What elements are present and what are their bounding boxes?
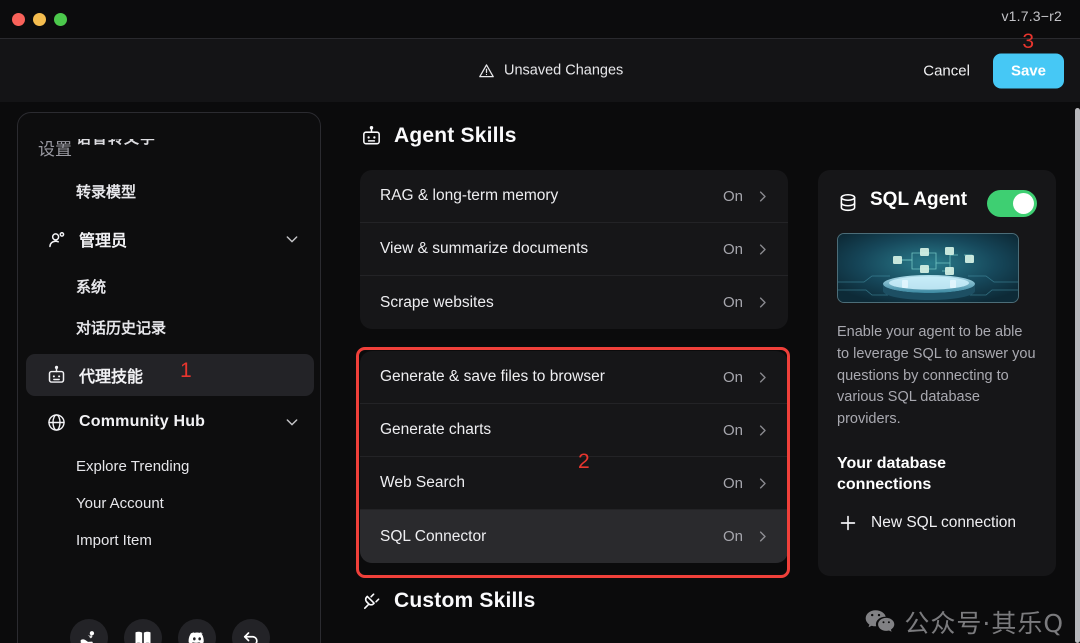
title-bar: v1.7.3−r2 <box>0 0 1080 38</box>
skill-state: On <box>722 528 743 545</box>
book-icon <box>135 631 151 643</box>
sidebar-item-your-account[interactable]: Your Account <box>18 485 320 522</box>
chevron-down-icon[interactable] <box>284 231 300 247</box>
chevron-right-icon[interactable] <box>755 189 770 204</box>
sidebar-footer <box>18 619 320 643</box>
main-content: Agent Skills RAG & long-term memory On V… <box>340 102 1080 643</box>
sidebar-item-community-hub[interactable]: Community Hub <box>26 402 314 442</box>
skill-label: Web Search <box>380 474 466 491</box>
sidebar-clipped-item: 语音转文字 <box>76 139 276 161</box>
skill-row-sql-connector[interactable]: SQL Connector On <box>360 510 788 563</box>
sql-agent-title: SQL Agent <box>870 189 968 210</box>
chevron-right-icon[interactable] <box>755 295 770 310</box>
discord-icon <box>188 632 204 643</box>
skill-row-scrape-websites[interactable]: Scrape websites On <box>360 276 788 329</box>
skill-label: SQL Connector <box>380 527 487 545</box>
hand-heart-icon <box>80 631 95 643</box>
header-actions: Cancel Save <box>908 53 1064 88</box>
chevron-right-icon[interactable] <box>755 476 770 491</box>
new-sql-connection-label: New SQL connection <box>871 514 1017 532</box>
header-bar: Unsaved Changes Cancel Save <box>0 38 1080 102</box>
maximize-window-button[interactable] <box>54 12 67 26</box>
database-icon <box>840 193 856 212</box>
card-spacer <box>360 329 788 351</box>
chevron-down-icon[interactable] <box>284 414 300 430</box>
sidebar-item-agent-skills[interactable]: 代理技能 <box>26 354 314 396</box>
plus-icon <box>840 515 856 531</box>
skill-row-web-search[interactable]: Web Search On <box>360 457 788 510</box>
chevron-right-icon[interactable] <box>755 370 770 385</box>
sidebar-item-chat-history[interactable]: 对话历史记录 <box>18 307 320 348</box>
back-button[interactable] <box>232 619 270 643</box>
skill-state: On <box>722 421 743 439</box>
skill-state: On <box>722 240 743 258</box>
sql-agent-header: SQL Agent <box>837 188 1037 217</box>
chevron-right-icon[interactable] <box>755 242 770 257</box>
new-sql-connection-button[interactable]: New SQL connection <box>837 512 1037 534</box>
sql-agent-panel: SQL Agent Enable your agent to be able t… <box>818 170 1056 576</box>
app-version-label: v1.7.3−r2 <box>1001 8 1062 24</box>
skill-state: On <box>722 187 743 205</box>
sidebar-item-community-hub-label: Community Hub <box>79 413 206 430</box>
robot-icon <box>45 364 67 386</box>
unsaved-changes-label: Unsaved Changes <box>504 62 624 79</box>
settings-sidebar: 设置 语音转文字 转录模型 管理员 系统 对话历史记录 <box>17 112 321 643</box>
skill-row-generate-charts[interactable]: Generate charts On <box>360 404 788 457</box>
user-gear-icon <box>45 228 67 250</box>
sql-agent-thumbnail <box>837 233 1019 303</box>
skill-row-generate-save-files[interactable]: Generate & save files to browser On <box>360 351 788 404</box>
skill-label: RAG & long-term memory <box>380 187 559 204</box>
sidebar-item-transcription-model[interactable]: 转录模型 <box>18 171 320 212</box>
robot-icon <box>363 125 380 144</box>
unsaved-changes-indicator: Unsaved Changes <box>478 62 623 79</box>
skill-state: On <box>722 368 743 386</box>
warning-triangle-icon <box>479 63 494 77</box>
sidebar-clipped-label: 语音转文字 <box>76 139 276 148</box>
sidebar-title: 设置 <box>38 140 72 159</box>
sidebar-nav: 转录模型 管理员 系统 对话历史记录 代理技能 Community Hub Ex… <box>18 171 320 559</box>
skill-label: View & summarize documents <box>380 240 589 257</box>
agent-skills-title: Agent Skills <box>394 124 517 147</box>
window-controls <box>0 12 67 26</box>
skill-label: Scrape websites <box>380 293 494 311</box>
skill-label: Generate & save files to browser <box>380 368 605 385</box>
skill-state: On <box>722 294 743 311</box>
sql-connections-heading: Your database connections <box>837 454 947 494</box>
minimize-window-button[interactable] <box>33 12 46 26</box>
skill-label: Generate charts <box>380 421 492 438</box>
back-arrow-icon <box>243 632 258 643</box>
app-window: v1.7.3−r2 Unsaved Changes Cancel Save 3 … <box>0 0 1080 643</box>
skill-row-rag-memory[interactable]: RAG & long-term memory On <box>360 170 788 223</box>
sidebar-item-explore-trending[interactable]: Explore Trending <box>18 448 320 485</box>
skills-card-primary: RAG & long-term memory On View & summari… <box>360 170 788 329</box>
sql-agent-description: Enable your agent to be able to leverage… <box>837 324 1036 427</box>
vertical-scrollbar[interactable] <box>1075 108 1080 643</box>
sql-agent-toggle[interactable] <box>987 190 1037 217</box>
skill-row-view-summarize-documents[interactable]: View & summarize documents On <box>360 223 788 276</box>
globe-icon <box>45 411 67 433</box>
skills-card-secondary: Generate & save files to browser On Gene… <box>360 351 788 563</box>
close-window-button[interactable] <box>12 12 25 26</box>
save-button[interactable]: Save <box>992 53 1064 88</box>
skill-state: On <box>722 474 743 492</box>
support-button[interactable] <box>70 619 108 643</box>
content-columns: RAG & long-term memory On View & summari… <box>360 170 1076 613</box>
sidebar-item-agent-skills-label: 代理技能 <box>79 369 144 386</box>
discord-button[interactable] <box>178 619 216 643</box>
sidebar-item-admin-label: 管理员 <box>79 233 128 250</box>
cancel-button[interactable]: Cancel <box>908 53 985 88</box>
custom-skills-header: Custom Skills <box>360 563 788 613</box>
skills-column: RAG & long-term memory On View & summari… <box>360 170 788 613</box>
sql-database-network-illustration <box>838 234 1018 302</box>
sidebar-item-import-item[interactable]: Import Item <box>18 522 320 559</box>
sidebar-item-admin[interactable]: 管理员 <box>26 218 314 260</box>
chevron-right-icon[interactable] <box>755 423 770 438</box>
sidebar-item-system[interactable]: 系统 <box>18 266 320 307</box>
toggle-knob <box>1013 193 1034 214</box>
agent-skills-header: Agent Skills <box>340 102 1080 148</box>
chevron-right-icon[interactable] <box>755 529 770 544</box>
documentation-button[interactable] <box>124 619 162 643</box>
custom-skills-title: Custom Skills <box>394 589 536 612</box>
plug-icon <box>363 592 380 609</box>
